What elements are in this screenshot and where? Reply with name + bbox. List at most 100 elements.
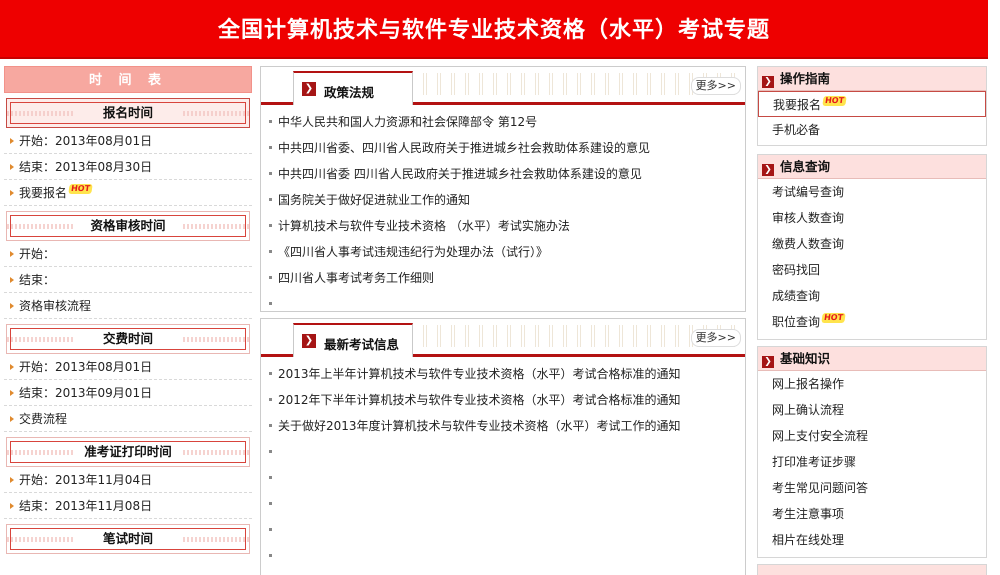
- payment-security-link[interactable]: 网上支付安全流程: [758, 423, 986, 449]
- section-title: 报名时间: [6, 98, 250, 128]
- list-item[interactable]: 2012年下半年计算机技术与软件专业技术资格（水平）考试合格标准的通知: [265, 387, 745, 413]
- panel-header: ❯ 最新考试信息 更多>>: [261, 319, 745, 357]
- arrow-icon: [10, 251, 14, 257]
- policy-list: 中华人民共和国人力资源和社会保障部令 第12号 中共四川省委、四川省人民政府关于…: [261, 105, 745, 317]
- more-link[interactable]: 更多>>: [690, 77, 741, 95]
- more-link[interactable]: 更多>>: [690, 329, 741, 347]
- bullet-icon: [269, 398, 272, 401]
- schedule-panel: 时 间 表 报名时间 开始：2013年08月01日 结束：2013年08月30日…: [4, 66, 252, 575]
- section-qualification-review: 资格审核时间 开始： 结束： 资格审核流程: [4, 211, 252, 319]
- tab-policy[interactable]: ❯ 政策法规: [293, 71, 413, 105]
- list-item: 开始：: [4, 241, 252, 267]
- section-title: 资格审核时间: [6, 211, 250, 241]
- register-link[interactable]: 我要报名 HOT: [4, 180, 252, 206]
- list-item[interactable]: 2013年上半年计算机技术与软件专业技术资格（水平）考试合格标准的通知: [265, 361, 745, 387]
- policy-panel: ❯ 政策法规 更多>> 中华人民共和国人力资源和社会保障部令 第12号 中共四川…: [260, 66, 746, 312]
- chevron-right-icon: ❯: [302, 334, 316, 348]
- bullet-icon: [269, 424, 272, 427]
- hot-badge-icon: HOT: [68, 184, 93, 194]
- list-item: 结束：2013年09月01日: [4, 380, 252, 406]
- box-header: [758, 565, 986, 575]
- online-registration-link[interactable]: 网上报名操作: [758, 371, 986, 397]
- section-registration: 报名时间 开始：2013年08月01日 结束：2013年08月30日 我要报名 H…: [4, 98, 252, 206]
- section-title: 笔试时间: [6, 524, 250, 554]
- bullet-icon: [269, 302, 272, 305]
- bullet-icon: [269, 276, 272, 279]
- faq-link[interactable]: 考生常见问题问答: [758, 475, 986, 501]
- list-item: [265, 491, 745, 517]
- online-confirmation-link[interactable]: 网上确认流程: [758, 397, 986, 423]
- list-item[interactable]: 中共四川省委 四川省人民政府关于推进城乡社会救助体系建设的意见: [265, 161, 745, 187]
- list-item: [265, 439, 745, 465]
- box-header: ❯ 基础知识: [758, 347, 986, 371]
- bullet-icon: [269, 528, 272, 531]
- next-box-header-partial: [757, 564, 987, 575]
- review-count-query-link[interactable]: 审核人数查询: [758, 205, 986, 231]
- register-link[interactable]: 我要报名 HOT: [758, 91, 986, 117]
- list-item: [265, 517, 745, 543]
- bullet-icon: [269, 172, 272, 175]
- position-query-link[interactable]: 职位查询 HOT: [758, 309, 986, 335]
- news-list: 2013年上半年计算机技术与软件专业技术资格（水平）考试合格标准的通知 2012…: [261, 357, 745, 569]
- password-recovery-link[interactable]: 密码找回: [758, 257, 986, 283]
- list-item: 结束：: [4, 267, 252, 293]
- list-item: [265, 543, 745, 569]
- arrow-icon: [10, 303, 14, 309]
- bullet-icon: [269, 120, 272, 123]
- payment-process-link[interactable]: 交费流程: [4, 406, 252, 432]
- list-item: [265, 291, 745, 317]
- list-item: 开始：2013年08月01日: [4, 128, 252, 154]
- box-header: ❯ 信息查询: [758, 155, 986, 179]
- arrow-icon: [10, 503, 14, 509]
- section-admission-print: 准考证打印时间 开始：2013年11月04日 结束：2013年11月08日: [4, 437, 252, 519]
- tab-latest-news[interactable]: ❯ 最新考试信息: [293, 323, 413, 357]
- section-payment: 交费时间 开始：2013年08月01日 结束：2013年09月01日 交费流程: [4, 324, 252, 432]
- list-item[interactable]: 四川省人事考试考务工作细则: [265, 265, 745, 291]
- arrow-icon: [10, 416, 14, 422]
- list-item: 结束：2013年08月30日: [4, 154, 252, 180]
- list-item: 结束：2013年11月08日: [4, 493, 252, 519]
- arrow-icon: [10, 190, 14, 196]
- score-query-link[interactable]: 成绩查询: [758, 283, 986, 309]
- arrow-icon: [10, 138, 14, 144]
- chevron-right-icon: ❯: [762, 164, 774, 176]
- bullet-icon: [269, 198, 272, 201]
- exam-number-query-link[interactable]: 考试编号查询: [758, 179, 986, 205]
- query-box: ❯ 信息查询 考试编号查询 审核人数查询 缴费人数查询 密码找回 成绩查询 职位查…: [757, 154, 987, 340]
- list-item: 开始：2013年08月01日: [4, 354, 252, 380]
- bullet-icon: [269, 224, 272, 227]
- bullet-icon: [269, 250, 272, 253]
- chevron-right-icon: ❯: [762, 76, 774, 88]
- list-item: [265, 465, 745, 491]
- notes-link[interactable]: 考生注意事项: [758, 501, 986, 527]
- basics-box: ❯ 基础知识 网上报名操作 网上确认流程 网上支付安全流程 打印准考证步骤 考生常…: [757, 346, 987, 558]
- bullet-icon: [269, 372, 272, 375]
- bullet-icon: [269, 476, 272, 479]
- list-item[interactable]: 关于做好2013年度计算机技术与软件专业技术资格（水平）考试工作的通知: [265, 413, 745, 439]
- hot-badge-icon: HOT: [821, 313, 846, 323]
- print-admission-link[interactable]: 打印准考证步骤: [758, 449, 986, 475]
- list-item[interactable]: 《四川省人事考试违规违纪行为处理办法（试行）》: [265, 239, 745, 265]
- arrow-icon: [10, 164, 14, 170]
- review-process-link[interactable]: 资格审核流程: [4, 293, 252, 319]
- schedule-header: 时 间 表: [4, 66, 252, 93]
- photo-processing-link[interactable]: 相片在线处理: [758, 527, 986, 553]
- guide-box: ❯ 操作指南 我要报名 HOT 手机必备: [757, 66, 987, 146]
- list-item[interactable]: 中共四川省委、四川省人民政府关于推进城乡社会救助体系建设的意见: [265, 135, 745, 161]
- arrow-icon: [10, 277, 14, 283]
- section-title: 准考证打印时间: [6, 437, 250, 467]
- hot-badge-icon: HOT: [822, 96, 847, 106]
- arrow-icon: [10, 364, 14, 370]
- chevron-right-icon: ❯: [302, 82, 316, 96]
- payment-count-query-link[interactable]: 缴费人数查询: [758, 231, 986, 257]
- box-header: ❯ 操作指南: [758, 67, 986, 91]
- list-item[interactable]: 计算机技术与软件专业技术资格 （水平）考试实施办法: [265, 213, 745, 239]
- list-item: 开始：2013年11月04日: [4, 467, 252, 493]
- news-panel: ❯ 最新考试信息 更多>> 2013年上半年计算机技术与软件专业技术资格（水平）…: [260, 318, 746, 575]
- list-item[interactable]: 国务院关于做好促进就业工作的通知: [265, 187, 745, 213]
- page-banner: 全国计算机技术与软件专业技术资格（水平）考试专题: [0, 0, 988, 59]
- list-item[interactable]: 中华人民共和国人力资源和社会保障部令 第12号: [265, 109, 745, 135]
- mobile-essentials-link[interactable]: 手机必备: [758, 117, 986, 143]
- section-written-exam: 笔试时间: [4, 524, 252, 554]
- arrow-icon: [10, 477, 14, 483]
